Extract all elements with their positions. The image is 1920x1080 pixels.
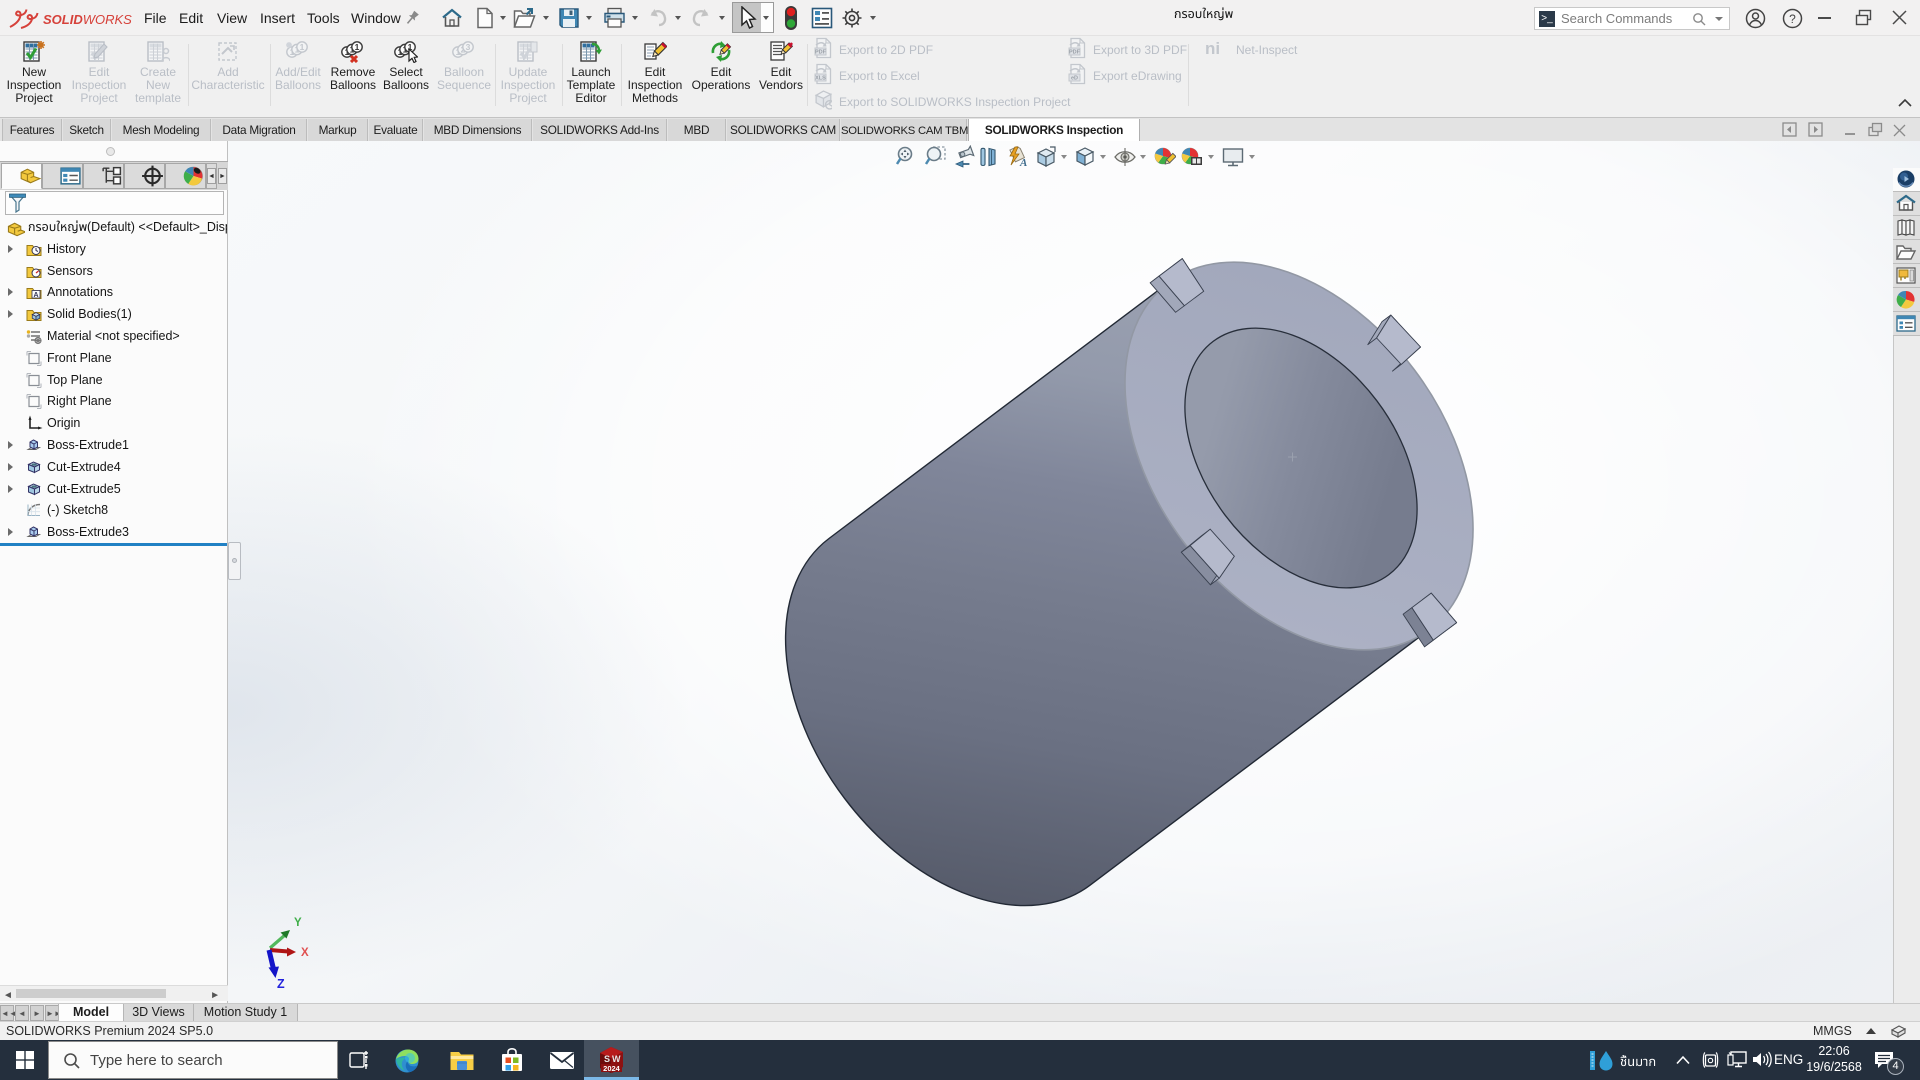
svg-text:Z: Z — [277, 977, 285, 989]
svg-text:2024: 2024 — [603, 1064, 621, 1073]
svg-text:Y: Y — [294, 917, 302, 929]
svg-text:W: W — [612, 1054, 621, 1064]
svg-text:X: X — [301, 947, 309, 959]
svg-text:S: S — [604, 1054, 610, 1064]
svg-text:A: A — [33, 292, 38, 299]
